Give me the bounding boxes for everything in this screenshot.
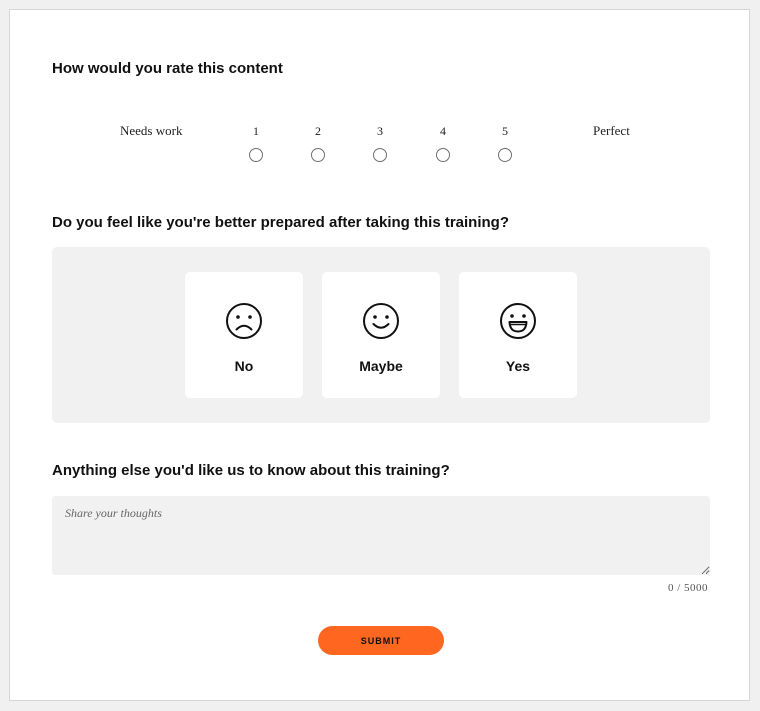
choice-yes[interactable]: Yes xyxy=(459,272,577,398)
rating-option-number: 3 xyxy=(377,124,383,138)
survey-card: How would you rate this content Needs wo… xyxy=(9,9,750,701)
rating-option-3[interactable]: 3 xyxy=(370,123,390,162)
rating-radio-2[interactable] xyxy=(311,148,325,162)
character-counter: 0 / 5000 xyxy=(667,582,708,594)
prepared-choice-panel: No Maybe Yes xyxy=(52,247,710,423)
rating-option-number: 1 xyxy=(253,124,259,138)
rating-question: How would you rate this content xyxy=(52,60,283,77)
rating-option-number: 5 xyxy=(502,124,508,138)
rating-low-label: Needs work xyxy=(120,123,183,138)
submit-button[interactable]: SUBMIT xyxy=(318,626,444,655)
smile-face-icon xyxy=(363,303,399,339)
rating-radio-3[interactable] xyxy=(373,148,387,162)
rating-option-number: 4 xyxy=(440,124,446,138)
rating-high-label: Perfect xyxy=(593,123,630,138)
rating-option-1[interactable]: 1 xyxy=(246,123,266,162)
rating-option-2[interactable]: 2 xyxy=(308,123,328,162)
rating-option-number: 2 xyxy=(315,124,321,138)
choice-label: Maybe xyxy=(359,358,403,374)
resize-handle-icon[interactable] xyxy=(702,566,710,574)
sad-face-icon xyxy=(226,303,262,339)
rating-radio-4[interactable] xyxy=(436,148,450,162)
rating-option-4[interactable]: 4 xyxy=(433,123,453,162)
prepared-question: Do you feel like you're better prepared … xyxy=(52,214,509,231)
choice-maybe[interactable]: Maybe xyxy=(322,272,440,398)
choice-label: No xyxy=(234,358,254,374)
feedback-textarea[interactable] xyxy=(52,496,710,575)
choice-label: Yes xyxy=(505,358,531,374)
choice-no[interactable]: No xyxy=(185,272,303,398)
grin-face-icon xyxy=(500,303,536,339)
rating-radio-5[interactable] xyxy=(498,148,512,162)
rating-option-5[interactable]: 5 xyxy=(495,123,515,162)
rating-radio-1[interactable] xyxy=(249,148,263,162)
feedback-question: Anything else you'd like us to know abou… xyxy=(52,462,450,479)
